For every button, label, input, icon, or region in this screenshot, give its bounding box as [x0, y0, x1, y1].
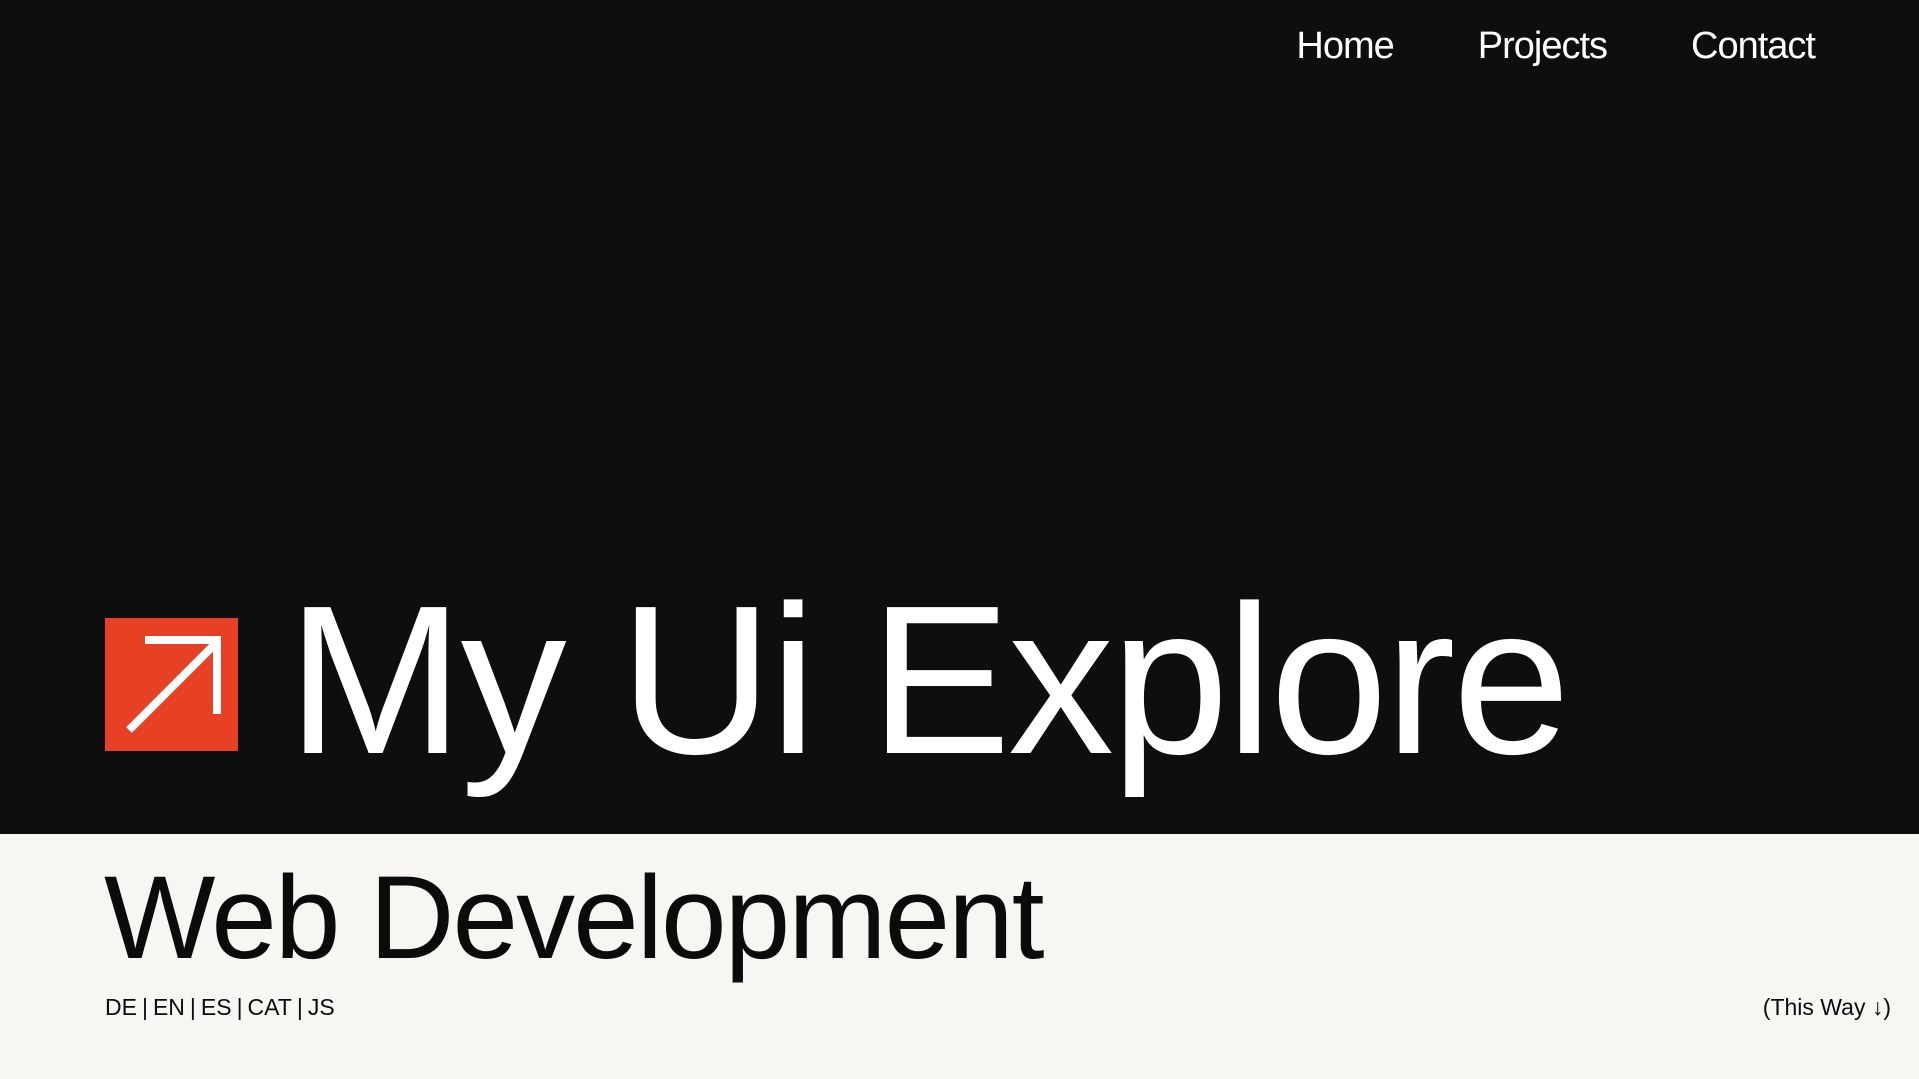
hero-section: Home Projects Contact My Ui Explore — [0, 0, 1919, 834]
lang-separator: | — [296, 994, 303, 1020]
lang-separator: | — [189, 994, 196, 1020]
arrow-up-right-icon — [126, 636, 221, 733]
lang-de-link[interactable]: DE — [105, 992, 137, 1022]
page-subtitle: Web Development — [104, 852, 1045, 984]
lang-es-link[interactable]: ES — [201, 992, 232, 1022]
language-switcher: DE | EN | ES | CAT | JS — [105, 992, 335, 1022]
nav-projects-link[interactable]: Projects — [1478, 22, 1608, 70]
lang-cat-link[interactable]: CAT — [248, 992, 292, 1022]
nav-home-link[interactable]: Home — [1296, 22, 1394, 70]
hero-title: My Ui Explore — [287, 561, 1570, 798]
logo — [105, 618, 238, 751]
lower-section: Web Development DE | EN | ES | CAT | JS … — [0, 834, 1919, 1079]
nav-contact-link[interactable]: Contact — [1691, 22, 1816, 70]
lang-separator: | — [236, 994, 243, 1020]
lang-js-link[interactable]: JS — [308, 992, 335, 1022]
top-nav: Home Projects Contact — [1296, 22, 1816, 70]
scroll-hint-link[interactable]: (This Way ↓) — [1763, 992, 1891, 1022]
lang-en-link[interactable]: EN — [153, 992, 185, 1022]
lang-separator: | — [141, 994, 148, 1020]
